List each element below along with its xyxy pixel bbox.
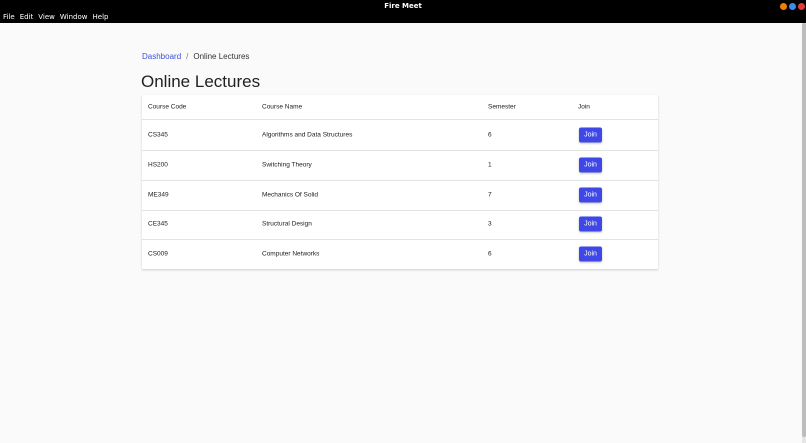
join-button[interactable]: Join [579,216,602,232]
course-name-cell: Computer Networks [262,250,320,258]
course-code-cell: CS345 [148,131,168,139]
course-code-cell: CE345 [148,220,168,228]
window-titlebar: Fire Meet [0,0,806,12]
table-header-row: Course Code Course Name Semester Join [142,95,658,120]
close-button[interactable] [798,3,805,10]
join-button[interactable]: Join [579,127,602,143]
breadcrumb-dashboard-link[interactable]: Dashboard [142,52,181,61]
maximize-button[interactable] [789,3,796,10]
menu-help[interactable]: Help [93,12,109,23]
menu-file[interactable]: File [3,12,15,23]
semester-cell: 6 [488,131,492,139]
course-code-cell: HS200 [148,161,168,169]
join-button[interactable]: Join [579,157,602,173]
menu-window[interactable]: Window [60,12,88,23]
scrollbar-thumb[interactable] [802,23,806,437]
header-join: Join [578,103,590,111]
header-course-name: Course Name [262,103,303,111]
header-semester: Semester [488,103,516,111]
breadcrumb-current: Online Lectures [193,52,250,61]
join-button[interactable]: Join [579,187,602,203]
menu-edit[interactable]: Edit [20,12,34,23]
breadcrumb: Dashboard / Online Lectures [142,52,249,61]
menu-bar: File Edit View Window Help [0,12,806,23]
lectures-table: Course Code Course Name Semester Join CS… [142,95,658,269]
course-name-cell: Switching Theory [262,161,312,169]
table-row: CS345 Algorithms and Data Structures 6 J… [142,120,658,151]
course-code-cell: CS009 [148,250,168,258]
header-course-code: Course Code [148,103,187,111]
table-row: HS200 Switching Theory 1 Join [142,150,658,181]
page-title: Online Lectures [141,72,261,91]
course-name-cell: Mechanics Of Solid [262,191,318,199]
menu-view[interactable]: View [38,12,55,23]
semester-cell: 6 [488,250,492,258]
semester-cell: 7 [488,191,492,199]
join-button[interactable]: Join [579,246,602,262]
table-row: CE345 Structural Design 3 Join [142,209,658,240]
table-row: CS009 Computer Networks 6 Join [142,239,658,269]
semester-cell: 1 [488,161,492,169]
breadcrumb-separator: / [186,52,189,61]
minimize-button[interactable] [780,3,787,10]
course-name-cell: Algorithms and Data Structures [262,131,353,139]
course-name-cell: Structural Design [262,220,312,228]
semester-cell: 3 [488,220,492,228]
table-row: ME349 Mechanics Of Solid 7 Join [142,180,658,211]
window-title: Fire Meet [384,2,422,10]
course-code-cell: ME349 [148,191,169,199]
